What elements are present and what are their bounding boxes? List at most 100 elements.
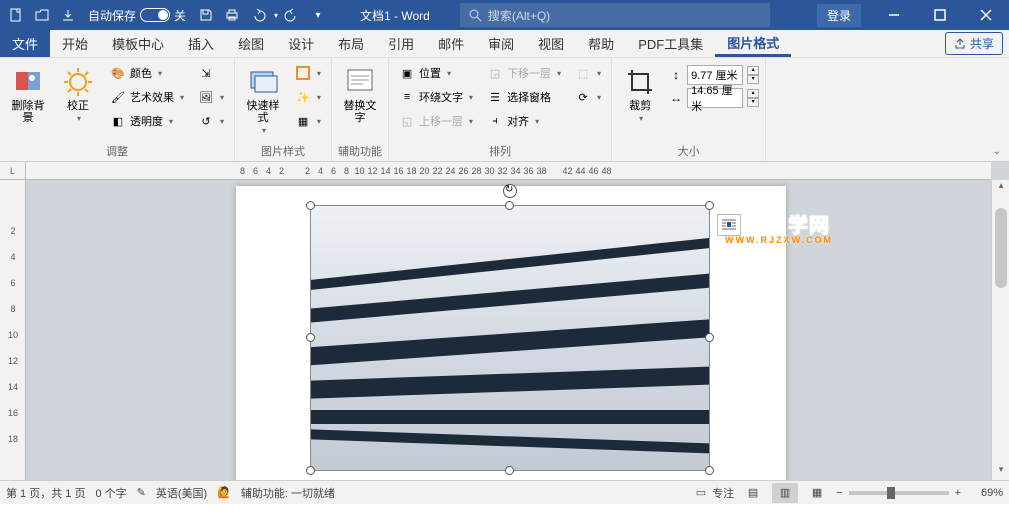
minimize-icon[interactable] (871, 0, 917, 30)
resize-handle-sw[interactable] (306, 466, 315, 475)
vertical-ruler[interactable]: 24681012141618 (0, 180, 26, 480)
collapse-ribbon-icon[interactable]: ⌄ (993, 146, 1001, 157)
zoom-percent[interactable]: 69% (967, 487, 1003, 499)
zoom-slider[interactable] (849, 491, 949, 495)
picture-layout-button[interactable]: ▦▾ (291, 110, 325, 132)
tab-pdf[interactable]: PDF工具集 (626, 30, 715, 57)
tab-layout[interactable]: 布局 (326, 30, 376, 57)
tab-help[interactable]: 帮助 (576, 30, 626, 57)
tab-design[interactable]: 设计 (276, 30, 326, 57)
undo-icon[interactable] (246, 3, 270, 27)
tab-mailings[interactable]: 邮件 (426, 30, 476, 57)
share-button[interactable]: 共享 (945, 32, 1003, 55)
color-icon: 🎨 (110, 65, 126, 81)
group-button[interactable]: ⬚▾ (571, 62, 605, 84)
quick-styles-button[interactable]: 快速样式 ▾ (241, 62, 285, 139)
wrap-text-button[interactable]: ≡环绕文字▾ (395, 86, 477, 108)
tab-file[interactable]: 文件 (0, 30, 50, 57)
position-icon: ▣ (399, 65, 415, 81)
language-status[interactable]: 英语(美国) (156, 485, 207, 501)
zoom-slider-knob[interactable] (887, 487, 895, 499)
artistic-effects-button[interactable]: 🖌艺术效果▾ (106, 86, 188, 108)
crop-button[interactable]: 裁剪 ▾ (618, 62, 662, 127)
corrections-button[interactable]: 校正 ▾ (56, 62, 100, 127)
bring-forward-button[interactable]: ◱上移一层▾ (395, 110, 477, 132)
close-icon[interactable] (963, 0, 1009, 30)
transparency-button[interactable]: ◧透明度▾ (106, 110, 188, 132)
tab-draw[interactable]: 绘图 (226, 30, 276, 57)
spellcheck-icon[interactable]: ✎ (137, 486, 146, 499)
save-icon[interactable] (194, 3, 218, 27)
resize-handle-n[interactable] (505, 201, 514, 210)
web-layout-icon[interactable]: ▦ (804, 483, 830, 503)
zoom-out-button[interactable]: − (836, 487, 842, 499)
toggle-switch-icon[interactable] (140, 8, 170, 22)
spinner-icon[interactable]: ▴▾ (748, 66, 759, 84)
tab-home[interactable]: 开始 (50, 30, 100, 57)
new-file-icon[interactable] (4, 3, 28, 27)
accessibility-icon: 🙋 (217, 486, 231, 499)
export-icon[interactable] (56, 3, 80, 27)
focus-mode[interactable]: 专注 (712, 485, 734, 501)
document-area: L 86422468101214161820222426283032343638… (0, 162, 1009, 480)
resize-handle-se[interactable] (705, 466, 714, 475)
alt-text-button[interactable]: 替换文字 (338, 62, 382, 128)
scroll-up-icon[interactable]: ▴ (992, 180, 1009, 196)
width-field[interactable]: ↔ 14.65 厘米 ▴▾ (668, 88, 759, 108)
selection-pane-button[interactable]: ☰选择窗格 (483, 86, 565, 108)
accessibility-status[interactable]: 辅助功能: 一切就绪 (241, 485, 335, 501)
zoom-in-button[interactable]: + (955, 487, 961, 499)
read-mode-icon[interactable]: ▤ (740, 483, 766, 503)
ribbon-group-adjust: 删除背景 校正 ▾ 🎨颜色▾ 🖌艺术效果▾ ◧透明度▾ ⇲ 🖼▾ ↺▾ 调整 (0, 58, 235, 161)
search-input[interactable]: 搜索(Alt+Q) (460, 3, 770, 27)
tab-references[interactable]: 引用 (376, 30, 426, 57)
color-button[interactable]: 🎨颜色▾ (106, 62, 188, 84)
group-icon: ⬚ (575, 65, 591, 81)
tab-insert[interactable]: 插入 (176, 30, 226, 57)
tab-review[interactable]: 审阅 (476, 30, 526, 57)
print-layout-icon[interactable]: ▥ (772, 483, 798, 503)
tab-picture-format[interactable]: 图片格式 (715, 30, 791, 57)
picture-effects-button[interactable]: ✨▾ (291, 86, 325, 108)
page-viewport[interactable]: 软件自学网 WWW.RJZXW.COM (26, 180, 991, 480)
vertical-scrollbar[interactable]: ▴ ▾ (991, 180, 1009, 480)
page-status[interactable]: 第 1 页，共 1 页 (6, 485, 85, 501)
reset-picture-button[interactable]: ↺▾ (194, 110, 228, 132)
arrange-group-label: 排列 (395, 141, 605, 159)
ruler-tab-selector[interactable]: L (0, 162, 26, 180)
focus-icon: ▭ (696, 486, 706, 499)
resize-handle-nw[interactable] (306, 201, 315, 210)
scrollbar-thumb[interactable] (995, 208, 1007, 288)
quick-access-toolbar: 自动保存 关 ▾ ▾ (0, 3, 330, 27)
picture-border-button[interactable]: ▾ (291, 62, 325, 84)
tab-template[interactable]: 模板中心 (100, 30, 176, 57)
selected-image[interactable]: 软件自学网 WWW.RJZXW.COM (311, 206, 709, 470)
qat-customize-icon[interactable]: ▾ (306, 3, 330, 27)
remove-bg-label: 删除背景 (8, 100, 48, 124)
login-button[interactable]: 登录 (817, 4, 861, 27)
layout-options-button[interactable] (717, 214, 741, 236)
horizontal-ruler[interactable]: 8642246810121416182022242628303234363842… (26, 162, 991, 180)
redo-icon[interactable] (280, 3, 304, 27)
resize-handle-ne[interactable] (705, 201, 714, 210)
border-icon (295, 65, 311, 81)
scroll-down-icon[interactable]: ▾ (992, 464, 1009, 480)
resize-handle-w[interactable] (306, 333, 315, 342)
resize-handle-s[interactable] (505, 466, 514, 475)
rotation-handle[interactable] (503, 184, 517, 198)
spinner-icon[interactable]: ▴▾ (748, 89, 759, 107)
maximize-icon[interactable] (917, 0, 963, 30)
compress-button[interactable]: ⇲ (194, 62, 228, 84)
remove-background-button[interactable]: 删除背景 (6, 62, 50, 128)
position-button[interactable]: ▣位置▾ (395, 62, 477, 84)
tab-view[interactable]: 视图 (526, 30, 576, 57)
word-count[interactable]: 0 个字 (95, 485, 126, 501)
resize-handle-e[interactable] (705, 333, 714, 342)
align-button[interactable]: ⫞对齐▾ (483, 110, 565, 132)
rotate-button[interactable]: ⟳▾ (571, 86, 605, 108)
print-icon[interactable] (220, 3, 244, 27)
send-backward-button[interactable]: ◲下移一层▾ (483, 62, 565, 84)
change-picture-button[interactable]: 🖼▾ (194, 86, 228, 108)
autosave-toggle[interactable]: 自动保存 关 (82, 7, 192, 24)
open-file-icon[interactable] (30, 3, 54, 27)
